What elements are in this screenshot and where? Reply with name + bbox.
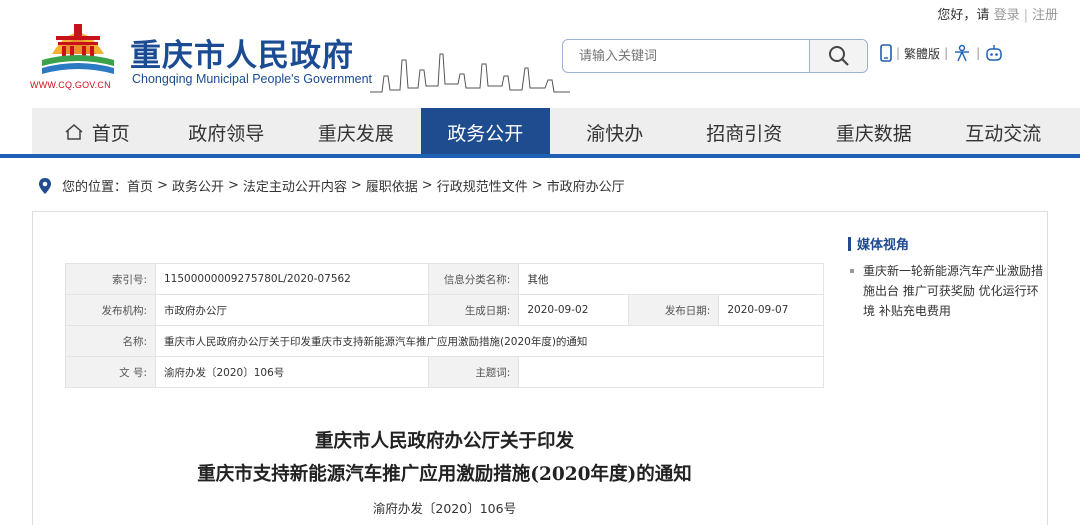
nav-item-label: 重庆发展 [317, 122, 394, 145]
site-logo[interactable]: WWW.CQ.GOV.CN 重庆市人民政府 Chongqing Municipa… [30, 12, 630, 102]
breadcrumb-item[interactable]: 市政府办公厅 [547, 176, 625, 195]
meta-subject [518, 356, 824, 388]
breadcrumb-separator: > [157, 178, 168, 193]
meta-label: 文 号: [65, 356, 156, 388]
document-title-line2: 重庆市支持新能源汽车推广应用激励措施(2020年度)的通知 [197, 464, 692, 485]
media-sidebar: 媒体视角 重庆新一轮新能源汽车产业激励措施出台 推广可获奖励 优化运行环境 补贴… [848, 234, 1048, 321]
sidebar-title-text: 媒体视角 [857, 238, 910, 253]
breadcrumb-item[interactable]: 首页 [127, 176, 153, 195]
meta-category: 其他 [518, 263, 824, 295]
divider: | [1023, 8, 1028, 23]
sidebar-news-link[interactable]: 重庆新一轮新能源汽车产业激励措施出台 推广可获奖励 优化运行环境 补贴充电费用 [848, 261, 1048, 321]
sidebar-news-text: 重庆新一轮新能源汽车产业激励措施出台 推广可获奖励 优化运行环境 补贴充电费用 [863, 264, 1044, 318]
nav-item-investment[interactable]: 招商引资 [680, 108, 810, 156]
nav-item-label: 渝快办 [586, 122, 644, 145]
site-title-en: Chongqing Municipal People's Government [132, 72, 373, 86]
nav-item-label: 互动交流 [965, 122, 1042, 145]
search-button[interactable] [809, 40, 867, 72]
meta-name: 重庆市人民政府办公厅关于印发重庆市支持新能源汽车推广应用激励措施(2020年度)… [155, 325, 824, 357]
traditional-chinese-link[interactable]: 繁體版 [904, 45, 940, 62]
title-marker [848, 236, 851, 251]
meta-label: 信息分类名称: [428, 263, 520, 295]
nav-item-label: 招商引资 [706, 122, 783, 145]
nav-item-services[interactable]: 渝快办 [550, 108, 680, 156]
table-row: 文 号: 渝府办发〔2020〕106号 主题词: [65, 356, 824, 388]
nav-item-home[interactable]: 首页 [32, 108, 162, 156]
user-bar: 您好，请 登录 | 注册 [937, 4, 1058, 23]
meta-created-date: 2020-09-02 [518, 294, 630, 326]
accessibility-icon[interactable] [952, 44, 972, 62]
table-row: 发布机构: 市政府办公厅 生成日期: 2020-09-02 发布日期: 2020… [65, 294, 824, 326]
breadcrumb-separator: > [531, 178, 543, 193]
meta-label: 发布日期: [628, 294, 720, 326]
mobile-icon[interactable] [880, 44, 892, 62]
bullet [850, 269, 854, 273]
skyline-decoration [370, 53, 570, 93]
logo-url: WWW.CQ.GOV.CN [30, 80, 111, 90]
table-row: 名称: 重庆市人民政府办公厅关于印发重庆市支持新能源汽车推广应用激励措施(202… [65, 325, 824, 357]
sidebar-title: 媒体视角 [848, 234, 1048, 253]
nav-item-data[interactable]: 重庆数据 [809, 108, 939, 156]
nav-underline [0, 154, 1080, 158]
breadcrumb: 您的位置： 首页 > 政务公开 > 法定主动公开内容 > 履职依据 > 行政规范性文件 >… [38, 176, 625, 195]
nav-item-leaders[interactable]: 政府领导 [162, 108, 292, 156]
home-icon [65, 124, 83, 140]
divider: | [976, 46, 981, 60]
document-number: 渝府办发〔2020〕106号 [372, 501, 517, 516]
breadcrumb-separator: > [421, 178, 433, 193]
register-link[interactable]: 注册 [1032, 8, 1058, 23]
breadcrumb-separator: > [227, 178, 239, 193]
breadcrumb-separator: > [350, 178, 362, 193]
header-tools: | 繁體版 | | [880, 44, 1004, 62]
greeting-text: 您好，请 [937, 8, 990, 23]
nav-item-development[interactable]: 重庆发展 [291, 108, 421, 156]
document-meta-table: 索引号: 11500000009275780L/2020-07562 信息分类名… [65, 263, 824, 388]
emblem-icon [42, 24, 114, 74]
nav-item-label: 政府领导 [188, 122, 265, 145]
meta-publisher: 市政府办公厅 [154, 294, 430, 326]
divider: | [896, 46, 901, 60]
nav-item-government-affairs[interactable]: 政务公开 [420, 108, 550, 156]
meta-label: 索引号: [65, 263, 156, 295]
location-pin-icon [39, 177, 51, 194]
breadcrumb-prefix: 您的位置： [62, 180, 128, 195]
breadcrumb-item[interactable]: 行政规范性文件 [437, 176, 528, 195]
meta-doc-number: 渝府办发〔2020〕106号 [154, 356, 430, 388]
search-input[interactable] [563, 40, 811, 72]
meta-label: 名称: [65, 325, 156, 357]
login-link[interactable]: 登录 [994, 8, 1020, 23]
breadcrumb-item[interactable]: 法定主动公开内容 [243, 176, 347, 195]
meta-published-date: 2020-09-07 [718, 294, 824, 326]
document-title-line1: 重庆市人民政府办公厅关于印发 [314, 431, 574, 452]
nav-item-label: 首页 [91, 122, 130, 145]
robot-icon[interactable] [984, 44, 1004, 62]
nav-item-label: 重庆数据 [835, 122, 912, 145]
nav-item-label: 政务公开 [447, 122, 524, 145]
nav-item-interaction[interactable]: 互动交流 [939, 108, 1069, 156]
breadcrumb-item[interactable]: 政务公开 [172, 176, 224, 195]
search-box [562, 39, 868, 73]
meta-index-no: 11500000009275780L/2020-07562 [154, 263, 430, 295]
breadcrumb-item[interactable]: 履职依据 [366, 176, 418, 195]
table-row: 索引号: 11500000009275780L/2020-07562 信息分类名… [65, 263, 824, 295]
meta-label: 主题词: [428, 356, 520, 388]
meta-label: 发布机构: [65, 294, 156, 326]
meta-label: 生成日期: [428, 294, 520, 326]
site-title: 重庆市人民政府 [130, 38, 354, 74]
divider: | [944, 46, 949, 60]
main-nav: 首页 政府领导 重庆发展 政务公开 渝快办 招商引资 重庆数据 互动交流 [32, 108, 1080, 156]
search-icon [828, 46, 849, 66]
